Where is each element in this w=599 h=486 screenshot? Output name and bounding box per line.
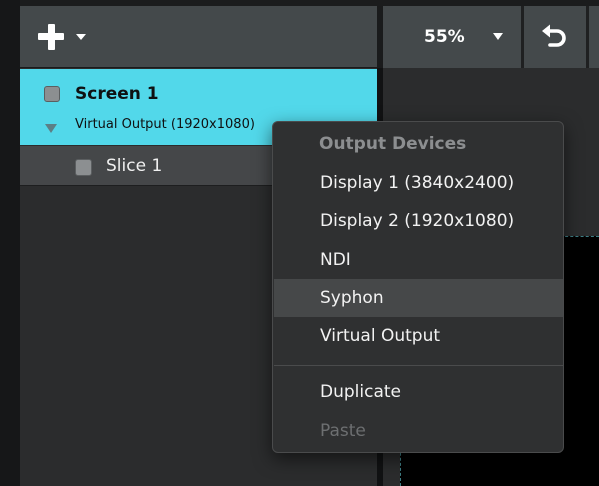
menu-item-display-2[interactable]: Display 2 (1920x1080) [274, 202, 563, 240]
output-bounds [560, 236, 599, 237]
caret-down-icon [76, 34, 86, 40]
screen-output-label[interactable]: Virtual Output (1920x1080) [75, 117, 255, 132]
menu-item-paste: Paste [320, 421, 366, 441]
menu-item-duplicate[interactable]: Duplicate [274, 373, 563, 411]
menu-item-ndi[interactable]: NDI [274, 241, 563, 279]
toolbar-edge [589, 6, 599, 68]
plus-icon [38, 24, 64, 50]
caret-down-icon [493, 33, 503, 40]
menu-header-output-devices: Output Devices [319, 134, 467, 154]
zoom-value: 55% [424, 27, 465, 47]
expand-triangle-icon[interactable] [45, 124, 57, 133]
output-device-context-menu: Output Devices Display 1 (3840x2400) Dis… [272, 121, 564, 453]
slice-name: Slice 1 [106, 156, 163, 176]
window-left-frame [0, 0, 20, 486]
add-menu-button[interactable] [36, 22, 96, 52]
menu-separator [274, 365, 563, 366]
menu-item-display-1[interactable]: Display 1 (3840x2400) [274, 164, 563, 202]
undo-arrow-icon [542, 24, 566, 47]
screen-visibility-checkbox[interactable] [44, 86, 60, 102]
screen-name: Screen 1 [75, 84, 159, 104]
undo-button[interactable] [524, 6, 586, 68]
menu-item-virtual-output[interactable]: Virtual Output [274, 317, 563, 355]
menu-item-syphon[interactable]: Syphon [274, 279, 563, 317]
slice-visibility-checkbox[interactable] [75, 159, 92, 176]
